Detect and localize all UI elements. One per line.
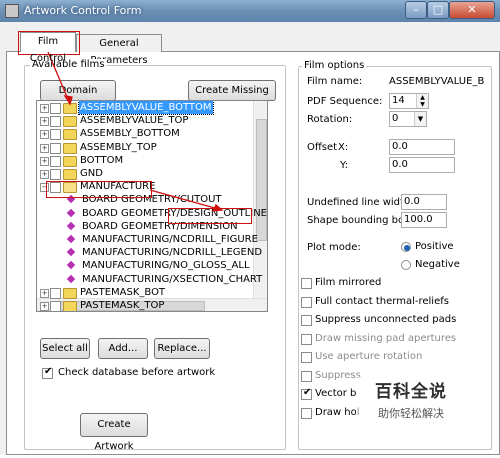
option-label: Suppress unconnected pads	[315, 314, 457, 325]
negative-radio[interactable]	[401, 260, 411, 270]
checkmark-icon: ✔	[303, 387, 312, 398]
undefined-line-width-input[interactable]: 0.0	[401, 194, 447, 210]
option-checkbox[interactable]	[301, 370, 312, 382]
option-label: Vector b	[315, 388, 357, 399]
option-checkbox[interactable]	[301, 407, 312, 419]
check-db-checkbox[interactable]: ✔	[42, 366, 53, 379]
watermark-title: 百科全说	[375, 382, 447, 402]
watermark-subtitle: 助你轻松解决	[378, 407, 444, 420]
option-checkbox[interactable]: ✔	[301, 387, 312, 400]
rotation-select[interactable]: 0 ▼	[389, 111, 427, 127]
pdf-sequence-label: PDF Sequence:	[307, 96, 383, 107]
tab-film-control[interactable]: Film Control	[20, 32, 76, 64]
plot-mode-label: Plot mode:	[307, 242, 361, 253]
watermark: 百科全说 助你轻松解决	[356, 377, 466, 429]
checkmark-icon: ✔	[44, 366, 53, 377]
option-label: Draw hol	[315, 406, 360, 418]
add-button[interactable]: Add...	[98, 338, 148, 359]
positive-radio[interactable]	[401, 242, 411, 252]
option-checkbox[interactable]	[301, 315, 312, 326]
option-label: Use aperture rotation	[315, 351, 423, 362]
chevron-down-icon[interactable]: ▼	[414, 112, 426, 126]
offset-x-input[interactable]: 0.0	[389, 139, 455, 155]
rotation-value: 0	[392, 113, 399, 124]
film-name-label: Film name:	[307, 76, 363, 87]
pdf-sequence-input[interactable]: 14 ▲ ▼	[389, 93, 429, 109]
shape-bounding-box-input[interactable]: 100.0	[401, 212, 447, 228]
option-label: Film mirrored	[315, 277, 382, 288]
option-label: Suppress	[315, 369, 361, 381]
film-name-value: ASSEMBLYVALUE_B	[389, 76, 485, 87]
option-label: Full contact thermal-reliefs	[315, 295, 449, 307]
select-all-button[interactable]: Select all	[40, 338, 90, 359]
option-checkbox[interactable]	[301, 278, 312, 289]
undefined-line-width-label: Undefined line width:	[307, 197, 414, 208]
option-checkbox[interactable]	[301, 333, 312, 345]
offset-y-input[interactable]: 0.0	[389, 157, 455, 173]
option-label: Draw missing pad apertures	[315, 332, 457, 344]
replace-button[interactable]: Replace...	[154, 338, 210, 359]
offset-label: Offset	[307, 142, 338, 153]
create-artwork-button[interactable]: Create Artwork	[80, 413, 148, 452]
rotation-label: Rotation:	[307, 114, 353, 125]
offset-x-label: X:	[338, 142, 349, 153]
pdf-sequence-value: 14	[392, 95, 405, 106]
spin-arrows-icon[interactable]: ▲ ▼	[416, 94, 428, 108]
check-db-label: Check database before artwork	[58, 367, 216, 378]
film-options-label: Film options	[302, 60, 367, 71]
negative-label: Negative	[415, 259, 460, 270]
offset-y-label: Y:	[340, 160, 349, 171]
radio-dot-icon	[404, 245, 410, 251]
option-checkbox[interactable]	[301, 296, 312, 308]
shape-bounding-box-label: Shape bounding box:	[307, 215, 414, 226]
option-checkbox[interactable]	[301, 352, 312, 363]
positive-label: Positive	[415, 241, 454, 252]
